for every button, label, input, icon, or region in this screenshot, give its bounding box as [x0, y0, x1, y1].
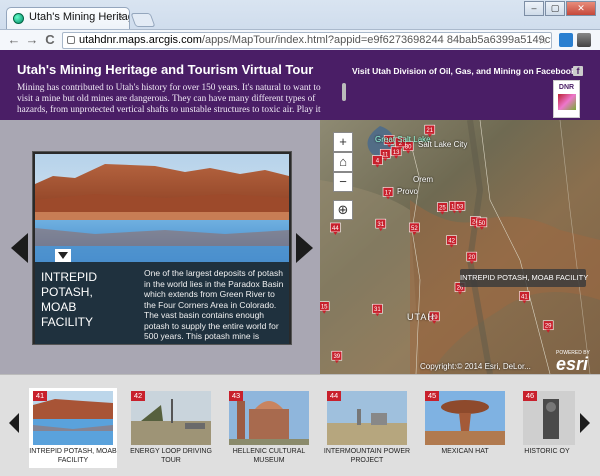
esri-logo[interactable]: POWERED BY esri	[556, 350, 590, 373]
map-marker-label: 52	[411, 226, 418, 232]
map-marker-label: 13	[393, 150, 400, 156]
locate-button[interactable]: ⊕	[333, 200, 353, 220]
thumb-label: Energy Loop Driving Tour	[130, 448, 212, 464]
main-content: Intrepid Potash, Moab Facility One of th…	[0, 120, 600, 374]
map-label-utah: UTAH	[407, 312, 435, 322]
carousel-item-45[interactable]: 45 Mexican Hat	[421, 388, 509, 468]
map-marker-label: 21	[426, 128, 433, 134]
carousel-item-43[interactable]: 43 Hellenic Cultural Museum	[225, 388, 313, 468]
story-title: Intrepid Potash, Moab Facility	[41, 270, 98, 329]
carousel-next-button[interactable]	[580, 413, 590, 433]
tab-title: Utah's Mining Heritage an	[29, 11, 129, 23]
map-marker-label: 50	[478, 221, 485, 227]
map-popup[interactable]: Intrepid Potash, Moab Facility	[460, 269, 588, 287]
map-marker-label: 53	[457, 204, 464, 210]
logo-graphic-icon	[558, 94, 576, 110]
map-copyright: Copyright:© 2014 Esri, DeLor...	[420, 362, 531, 371]
map-marker-label: 11	[382, 152, 389, 158]
navigation-bar: ← → C utahdnr.maps.arcgis.com/apps/MapTo…	[0, 29, 600, 50]
window-controls: – ▢ ✕	[524, 1, 596, 16]
previous-story-button[interactable]	[11, 233, 28, 263]
dnr-logo[interactable]: DNR	[553, 80, 580, 118]
carousel-item-44[interactable]: 44 Intermountain Power Project	[323, 388, 411, 468]
esri-wordmark: esri	[556, 354, 589, 374]
story-description: One of the largest deposits of potash in…	[144, 268, 284, 342]
thumb-label: Historic Oy	[524, 448, 570, 455]
map-label-orem: Orem	[413, 175, 433, 184]
close-tab-icon[interactable]: ×	[118, 12, 124, 23]
minimize-button[interactable]: –	[524, 1, 544, 16]
intro-text: Mining has contributed to Utah's history…	[17, 83, 321, 115]
back-button[interactable]: ←	[6, 32, 22, 47]
thumb-number: 45	[425, 391, 439, 401]
thumb-number: 46	[523, 391, 537, 401]
map-marker-label: 42	[448, 239, 455, 245]
facebook-icon[interactable]: f	[573, 66, 583, 76]
facebook-link[interactable]: Visit Utah Division of Oil, Gas, and Min…	[352, 66, 576, 76]
browser-chrome: Utah's Mining Heritage an × – ▢ ✕ ← → C …	[0, 0, 600, 50]
map-marker-label: 31	[374, 307, 381, 313]
intro-scrollbar[interactable]	[342, 83, 346, 101]
thumb-number: 44	[327, 391, 341, 401]
forward-button[interactable]: →	[24, 32, 40, 47]
map-marker-label: 39	[333, 354, 340, 360]
story-panel: Intrepid Potash, Moab Facility One of th…	[32, 151, 292, 345]
thumb-label: Intrepid Potash, Moab Facility	[29, 448, 117, 464]
new-tab-button[interactable]	[130, 13, 156, 27]
map-marker-label: 20	[468, 255, 475, 261]
canyon-landscape-image	[35, 154, 289, 262]
tour-carousel: 41 Intrepid Potash, Moab Facility 42 Ene…	[0, 374, 600, 476]
carousel-item-42[interactable]: 42 Energy Loop Driving Tour	[127, 388, 215, 468]
map-marker-label: 15	[321, 305, 328, 311]
zoom-out-button[interactable]: −	[333, 172, 353, 192]
map-marker-label: 25	[439, 206, 446, 212]
close-window-button[interactable]: ✕	[566, 1, 596, 16]
story-photo[interactable]	[35, 154, 289, 262]
thumb-label: Intermountain Power Project	[323, 448, 411, 464]
menu-icon[interactable]	[577, 33, 591, 47]
thumb-number: 41	[33, 391, 47, 401]
carousel-item-46[interactable]: 46 Historic Oy	[519, 388, 575, 468]
zoom-in-button[interactable]: +	[333, 132, 353, 152]
url-path: /apps/MapTour/index.html?appid=e9f627369…	[201, 34, 551, 46]
reload-button[interactable]: C	[42, 32, 58, 47]
thumb-label: Hellenic Cultural Museum	[232, 448, 306, 464]
map-view[interactable]: 21 10 11 13 30 2 4 17 31 25 16 53 24 50 52 44 42 20 26 41 31…	[320, 120, 600, 374]
address-bar[interactable]: utahdnr.maps.arcgis.com/apps/MapTour/ind…	[62, 32, 552, 49]
story-text-panel: Intrepid Potash, Moab Facility One of th…	[35, 262, 289, 344]
page-title: Utah's Mining Heritage and Tourism Virtu…	[17, 62, 314, 77]
bookmark-star-icon[interactable]: ☆	[537, 33, 548, 48]
app-header: Utah's Mining Heritage and Tourism Virtu…	[0, 50, 600, 120]
maximize-button[interactable]: ▢	[545, 1, 565, 16]
page-icon	[67, 36, 75, 44]
logo-text: DNR	[558, 84, 575, 91]
thumb-label: Mexican Hat	[441, 448, 489, 455]
thumb-number: 43	[229, 391, 243, 401]
map-label-salt-lake-city: Salt Lake City	[418, 140, 468, 149]
map-label-provo: Provo	[397, 187, 418, 196]
map-marker-label: 30	[405, 145, 412, 151]
url-host: utahdnr.maps.arcgis.com	[79, 34, 202, 46]
thumb-number: 42	[131, 391, 145, 401]
map-marker-label: 31	[377, 222, 384, 228]
satellite-basemap[interactable]: 211011 133024173125 165324 5052444220264131…	[320, 120, 600, 374]
next-story-button[interactable]	[296, 233, 313, 263]
map-marker-label: 41	[521, 295, 528, 301]
extension-icon[interactable]	[559, 33, 573, 47]
caption-toggle-icon[interactable]	[55, 249, 71, 262]
globe-icon	[13, 13, 24, 24]
map-marker-label: 17	[385, 190, 392, 196]
map-marker-label: 44	[332, 226, 339, 232]
carousel-previous-button[interactable]	[9, 413, 19, 433]
carousel-item-41[interactable]: 41 Intrepid Potash, Moab Facility	[29, 388, 117, 468]
map-marker-label: 29	[545, 324, 552, 330]
browser-tab[interactable]: Utah's Mining Heritage an ×	[6, 7, 130, 29]
home-button[interactable]: ⌂	[333, 152, 353, 172]
